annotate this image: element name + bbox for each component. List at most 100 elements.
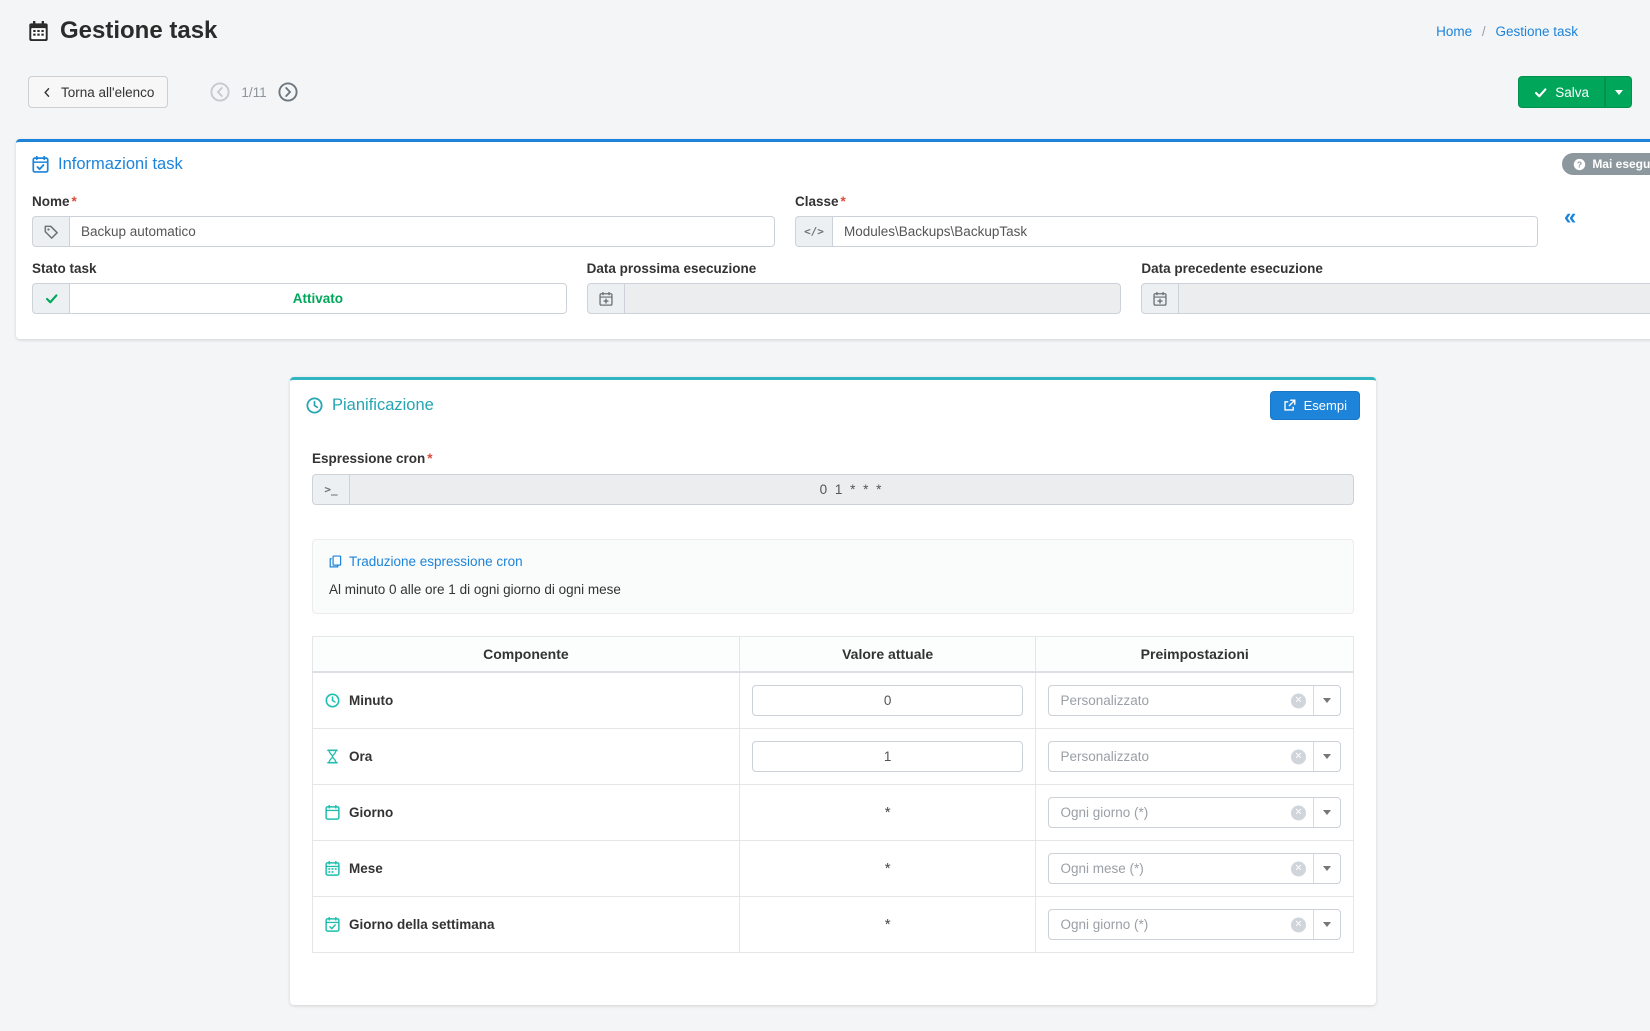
caret-down-icon — [1313, 910, 1340, 939]
copy-icon — [329, 555, 342, 568]
circle-arrow-right-icon[interactable] — [278, 82, 298, 102]
weekday-preset-select[interactable]: Ogni giorno (*) × — [1048, 909, 1341, 940]
cron-translation-link-label: Traduzione espressione cron — [349, 554, 523, 569]
page-title: Gestione task — [28, 17, 217, 45]
nome-input[interactable] — [69, 216, 775, 247]
page-title-text: Gestione task — [60, 17, 217, 45]
examples-button-label: Esempi — [1304, 398, 1347, 413]
external-link-icon — [1283, 399, 1296, 412]
check-icon — [32, 283, 69, 314]
nome-label: Nome — [32, 194, 70, 209]
data-prossima-input — [624, 283, 1122, 314]
field-data-precedente: Data precedente esecuzione — [1141, 261, 1650, 314]
calendar-check-icon — [32, 156, 49, 173]
examples-button[interactable]: Esempi — [1270, 391, 1360, 420]
field-nome: Nome* — [32, 194, 775, 247]
question-circle-icon: ? — [1573, 158, 1586, 171]
minute-value-input[interactable] — [752, 685, 1024, 716]
preset-selected-value: Personalizzato — [1060, 693, 1149, 708]
hour-preset-select[interactable]: Personalizzato × — [1048, 741, 1341, 772]
field-data-prossima: Data prossima esecuzione — [587, 261, 1122, 314]
task-info-panel: Informazioni task ? Mai eseguito Nome* — [16, 139, 1650, 339]
clear-selection-icon[interactable]: × — [1291, 917, 1306, 932]
classe-label: Classe — [795, 194, 839, 209]
save-button-group: Salva — [1518, 76, 1632, 108]
content-header: Gestione task Home / Gestione task — [0, 0, 1650, 62]
component-label: Minuto — [349, 693, 393, 708]
check-icon — [1534, 86, 1547, 99]
clear-selection-icon[interactable]: × — [1291, 693, 1306, 708]
calendar-check-icon — [325, 917, 340, 932]
cron-row-weekday: Giorno della settimana * Ogni giorno (*)… — [313, 897, 1354, 953]
breadcrumb-separator: / — [1482, 24, 1486, 39]
cron-row-month: Mese * Ogni mese (*) × — [313, 841, 1354, 897]
breadcrumb-home-link[interactable]: Home — [1436, 24, 1472, 39]
cron-translation-link[interactable]: Traduzione espressione cron — [329, 554, 523, 569]
cron-components-table: Componente Valore attuale Preimpostazion… — [312, 636, 1354, 953]
clear-selection-icon[interactable]: × — [1291, 861, 1306, 876]
required-asterisk: * — [427, 451, 432, 466]
field-classe: Classe* </> — [795, 194, 1538, 247]
caret-down-icon — [1313, 854, 1340, 883]
day-preset-select[interactable]: Ogni giorno (*) × — [1048, 797, 1341, 828]
task-info-panel-header: Informazioni task ? Mai eseguito — [16, 142, 1650, 184]
stato-label: Stato task — [32, 261, 97, 276]
month-preset-select[interactable]: Ogni mese (*) × — [1048, 853, 1341, 884]
circle-arrow-left-icon[interactable] — [210, 82, 230, 102]
component-label: Giorno — [349, 805, 393, 820]
code-icon: </> — [795, 216, 832, 247]
caret-down-icon — [1313, 742, 1340, 771]
collapse-panel-icon[interactable]: « — [1558, 194, 1650, 247]
clear-selection-icon[interactable]: × — [1291, 749, 1306, 764]
app-window: Gestione task Home / Gestione task Torna… — [0, 0, 1650, 1031]
day-value: * — [885, 804, 891, 821]
required-asterisk: * — [841, 194, 846, 209]
save-dropdown-toggle[interactable] — [1605, 76, 1632, 108]
calendar-icon — [325, 805, 340, 820]
svg-text:?: ? — [1577, 159, 1582, 169]
save-button[interactable]: Salva — [1518, 76, 1605, 108]
panel-title: Informazioni task — [58, 155, 183, 174]
caret-down-icon — [1615, 90, 1623, 95]
breadcrumb-current-link[interactable]: Gestione task — [1495, 24, 1578, 39]
clock-icon — [306, 397, 323, 414]
table-header-row: Componente Valore attuale Preimpostazion… — [313, 637, 1354, 673]
data-prossima-label: Data prossima esecuzione — [587, 261, 757, 276]
weekday-value: * — [885, 916, 891, 933]
calendar-grid-icon — [325, 861, 340, 876]
classe-input[interactable] — [832, 216, 1538, 247]
calendar-plus-icon — [1141, 283, 1178, 314]
hourglass-icon — [325, 749, 340, 764]
back-to-list-label: Torna all'elenco — [61, 85, 154, 100]
clear-selection-icon[interactable]: × — [1291, 805, 1306, 820]
stato-value: Attivato — [69, 283, 567, 314]
preset-selected-value: Ogni giorno (*) — [1060, 917, 1148, 932]
calendar-icon — [28, 21, 49, 42]
clock-icon — [325, 693, 340, 708]
record-position: 1/11 — [241, 85, 266, 100]
field-stato-task: Stato task Attivato — [32, 261, 567, 314]
preset-selected-value: Ogni mese (*) — [1060, 861, 1143, 876]
month-value: * — [885, 860, 891, 877]
caret-down-icon — [1313, 798, 1340, 827]
caret-down-icon — [1313, 686, 1340, 715]
required-asterisk: * — [72, 194, 77, 209]
minute-preset-select[interactable]: Personalizzato × — [1048, 685, 1341, 716]
data-precedente-input — [1178, 283, 1650, 314]
task-info-row-2: Stato task Attivato Data prossima esecuz… — [32, 261, 1650, 314]
cron-translation-box: Traduzione espressione cron Al minuto 0 … — [312, 539, 1354, 614]
scheduling-panel-body: Espressione cron* >_ Traduzione espressi… — [290, 429, 1376, 975]
cron-label: Espressione cron — [312, 451, 425, 466]
save-button-label: Salva — [1555, 85, 1589, 100]
chevron-left-icon — [42, 86, 52, 99]
component-label: Ora — [349, 749, 372, 764]
tag-icon — [32, 216, 69, 247]
back-to-list-button[interactable]: Torna all'elenco — [28, 76, 168, 108]
cron-row-minute: Minuto Personalizzato × — [313, 672, 1354, 729]
component-label: Mese — [349, 861, 383, 876]
never-executed-badge-label: Mai eseguito — [1592, 157, 1650, 171]
scheduling-panel-header: Pianificazione Esempi — [290, 380, 1376, 429]
task-info-panel-body: Nome* Classe* </> « Stato task — [16, 184, 1650, 332]
hour-value-input[interactable] — [752, 741, 1024, 772]
col-header-valore-attuale: Valore attuale — [739, 637, 1036, 673]
